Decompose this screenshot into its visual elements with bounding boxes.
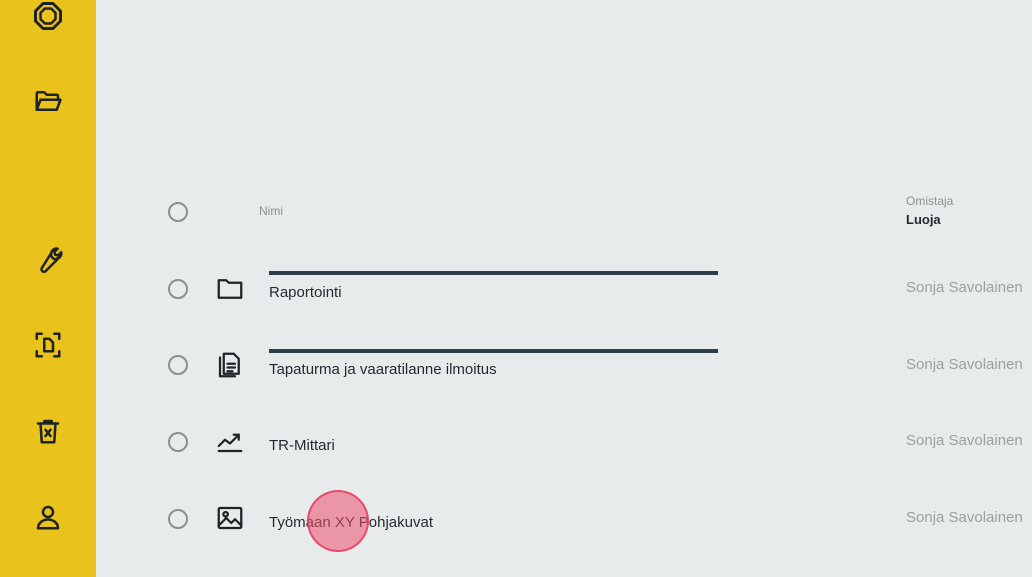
row-checkbox[interactable] <box>168 355 188 375</box>
row-checkbox[interactable] <box>168 279 188 299</box>
column-header-owner[interactable]: Omistaja <box>906 194 953 208</box>
row-name[interactable]: Tapaturma ja vaaratilanne ilmoitus <box>269 361 497 378</box>
octagon-logo-icon[interactable] <box>30 0 66 34</box>
user-icon[interactable] <box>30 499 66 535</box>
folder-icon <box>214 273 246 305</box>
row-owner: Sonja Savolainen <box>906 279 1023 296</box>
select-all-checkbox[interactable] <box>168 202 188 222</box>
chart-line-icon <box>214 425 246 457</box>
column-header-owner-sub: Luoja <box>906 212 941 227</box>
trash-icon[interactable] <box>30 413 66 449</box>
wrench-icon[interactable] <box>30 242 66 278</box>
row-owner: Sonja Savolainen <box>906 432 1023 449</box>
row-owner: Sonja Savolainen <box>906 356 1023 373</box>
folder-open-icon[interactable] <box>30 83 66 119</box>
documents-icon <box>214 349 246 381</box>
row-progress-bar <box>269 349 718 353</box>
row-progress-bar <box>269 271 718 275</box>
image-icon <box>214 502 246 534</box>
row-name[interactable]: Raportointi <box>269 284 342 301</box>
sidebar <box>0 0 96 577</box>
row-checkbox[interactable] <box>168 432 188 452</box>
document-scan-icon[interactable] <box>30 327 66 363</box>
row-name[interactable]: Työmaan XY Pohjakuvat <box>269 514 433 531</box>
row-owner: Sonja Savolainen <box>906 509 1023 526</box>
column-header-name[interactable]: Nimi <box>259 204 283 218</box>
row-name[interactable]: TR-Mittari <box>269 437 335 454</box>
row-checkbox[interactable] <box>168 509 188 529</box>
